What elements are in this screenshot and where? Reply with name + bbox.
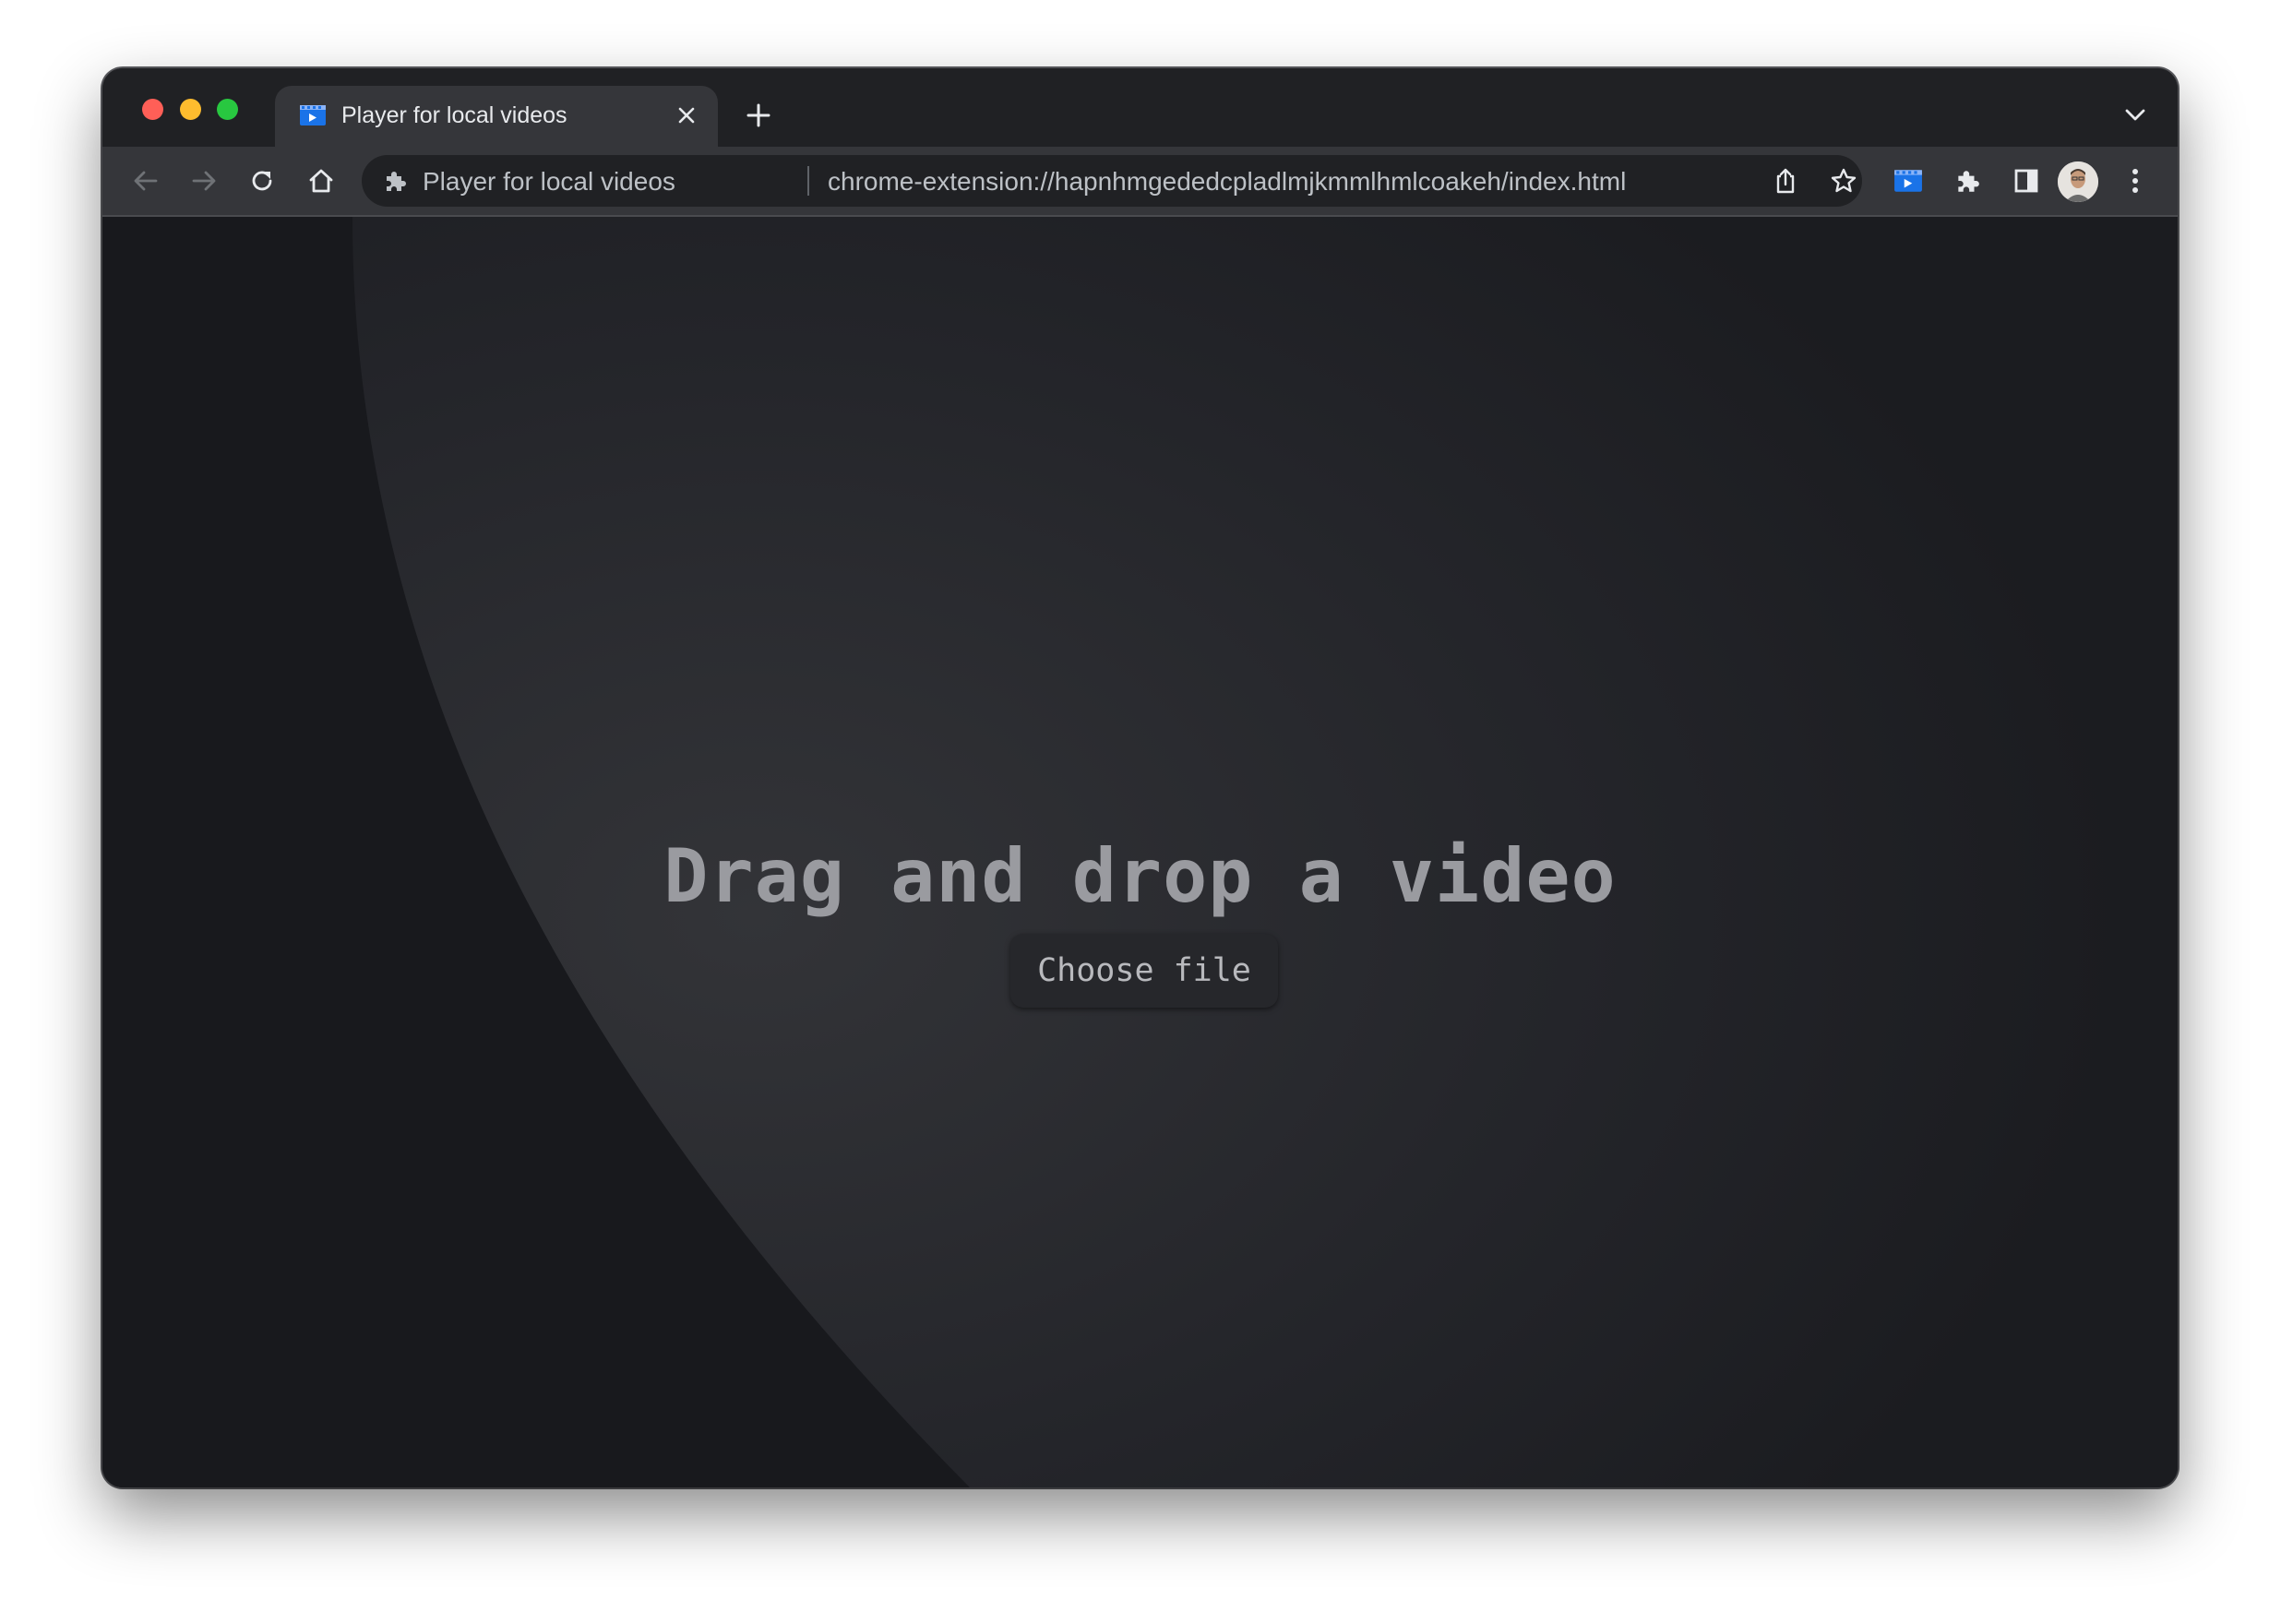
side-panel-button[interactable]	[2005, 160, 2048, 202]
share-button[interactable]	[1767, 162, 1804, 199]
video-player-icon	[1894, 170, 1922, 192]
address-bar[interactable]: Player for local videos chrome-extension…	[362, 155, 1862, 207]
home-icon	[309, 169, 333, 193]
drop-heading: Drag and drop a video	[663, 833, 1617, 919]
forward-button[interactable]	[183, 160, 225, 202]
close-icon	[678, 107, 695, 124]
star-icon	[1831, 168, 1857, 193]
back-button[interactable]	[125, 160, 167, 202]
puzzle-icon	[387, 172, 406, 191]
site-label: Player for local videos	[423, 167, 675, 196]
plus-icon	[746, 103, 770, 127]
reload-icon	[252, 171, 272, 191]
tab-title: Player for local videos	[341, 102, 567, 128]
tab-player-for-local-videos[interactable]: Player for local videos	[275, 86, 718, 149]
profile-avatar[interactable]	[2058, 161, 2098, 202]
window-minimize-button[interactable]	[180, 99, 201, 120]
browser-menu-button[interactable]	[2114, 160, 2156, 202]
puzzle-icon	[1958, 171, 1979, 192]
tab-search-button[interactable]	[2119, 99, 2152, 132]
tab-close-button[interactable]	[672, 101, 701, 130]
arrow-right-icon	[192, 171, 216, 191]
pinned-extension-button[interactable]	[1887, 160, 1929, 202]
url-text[interactable]: chrome-extension://hapnhmgededcpladlmjkm…	[828, 167, 1626, 197]
share-icon	[1776, 168, 1795, 194]
address-separator	[807, 166, 809, 196]
tab-strip: Player for local videos	[102, 68, 2178, 149]
browser-window: Player for local videos Player for local…	[102, 68, 2178, 1487]
reload-button[interactable]	[241, 160, 283, 202]
chevron-down-icon	[2125, 109, 2145, 121]
browser-toolbar: Player for local videos chrome-extension…	[102, 147, 2178, 217]
extensions-button[interactable]	[1946, 160, 1988, 202]
bookmark-button[interactable]	[1825, 162, 1862, 199]
side-panel-icon	[2014, 169, 2038, 193]
window-maximize-button[interactable]	[217, 99, 238, 120]
new-tab-button[interactable]	[742, 99, 775, 132]
kebab-menu-icon	[2132, 169, 2138, 193]
video-drop-zone[interactable]: Drag and drop a video Choose file	[102, 217, 2178, 1487]
window-close-button[interactable]	[142, 99, 163, 120]
home-button[interactable]	[300, 160, 342, 202]
video-player-icon	[300, 105, 326, 125]
arrow-left-icon	[134, 171, 158, 191]
avatar-icon	[2058, 161, 2098, 202]
choose-file-button[interactable]: Choose file	[1010, 934, 1278, 1008]
